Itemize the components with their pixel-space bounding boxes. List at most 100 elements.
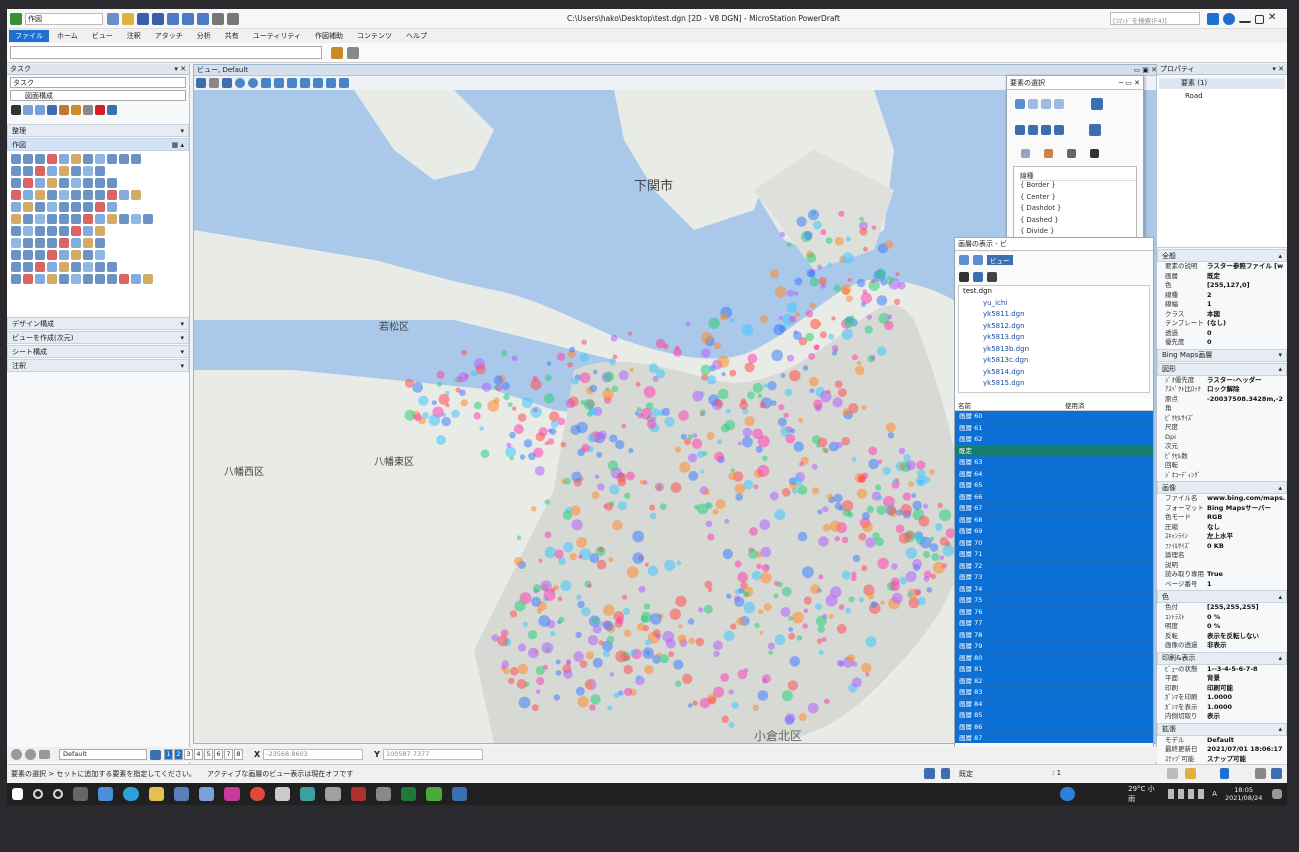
general-property-row[interactable]: 線種 2 xyxy=(1157,291,1287,301)
delete-icon[interactable] xyxy=(95,105,105,115)
drawing-tool-icon[interactable] xyxy=(47,202,57,212)
drawing-tool-icon[interactable] xyxy=(35,214,45,224)
cortana-icon[interactable] xyxy=(53,789,63,799)
geometry-property-row[interactable]: ﾋﾟｸｾﾙｻｲｽﾞ xyxy=(1157,414,1287,424)
tab-attach[interactable]: アタッチ xyxy=(149,30,189,42)
drawing-tool-icon[interactable] xyxy=(35,154,45,164)
drawing-tool-icon[interactable] xyxy=(11,154,21,164)
drawing-tool-icon[interactable] xyxy=(59,226,69,236)
level-item[interactable]: 画層 83 xyxy=(955,687,1153,699)
image-property-row[interactable]: 圧縮 なし xyxy=(1157,523,1287,533)
general-property-row[interactable]: 線幅 1 xyxy=(1157,300,1287,310)
select-block-icon[interactable] xyxy=(1028,99,1038,109)
drawing-tool-icon[interactable] xyxy=(71,154,81,164)
section-create-view[interactable]: ビューを作成(次元) ▾ xyxy=(7,331,189,344)
image-property-row[interactable]: 読み取り専用 True xyxy=(1157,570,1287,580)
geometry-property-row[interactable]: 次元 xyxy=(1157,442,1287,452)
tab-help[interactable]: ヘルプ xyxy=(400,30,433,42)
drawing-tool-icon[interactable] xyxy=(35,226,45,236)
drawing-tool-icon[interactable] xyxy=(11,190,21,200)
drawing-tool-icon[interactable] xyxy=(47,214,57,224)
drawing-tool-icon[interactable] xyxy=(71,238,81,248)
task-view-icon[interactable] xyxy=(72,787,89,801)
drawing-tool-icon[interactable] xyxy=(59,178,69,188)
window-area-icon[interactable] xyxy=(261,78,271,88)
drawing-tool-icon[interactable] xyxy=(47,262,57,272)
section-annotate[interactable]: 注釈 ▾ xyxy=(7,359,189,372)
geometry-property-row[interactable]: 原点 -20037508.3428m,-2 xyxy=(1157,395,1287,405)
help-icon[interactable] xyxy=(1223,13,1235,25)
view-button-5[interactable]: 5 xyxy=(204,749,213,760)
image-section-header[interactable]: 画像 ▴ xyxy=(1157,481,1287,494)
save-as-icon[interactable] xyxy=(152,13,164,25)
extended-property-row[interactable]: 最終更新日 2021/07/01 18:06:17 xyxy=(1157,745,1287,755)
invert-icon[interactable] xyxy=(1054,125,1064,135)
move-icon[interactable] xyxy=(47,105,57,115)
clock[interactable]: 18:05 2021/08/24 xyxy=(1225,786,1262,802)
print-property-row[interactable]: 平面 背景 xyxy=(1157,674,1287,684)
drawing-tool-icon[interactable] xyxy=(71,262,81,272)
section-sheet[interactable]: シート構成 ▾ xyxy=(7,345,189,358)
color-property-row[interactable]: ｺﾝﾄﾗｽﾄ 0 % xyxy=(1157,613,1287,623)
tab-annotate[interactable]: 注釈 xyxy=(121,30,147,42)
chrome-icon[interactable] xyxy=(249,787,265,801)
key-in-browser-icon[interactable] xyxy=(331,47,343,59)
taskbar-app-8-icon[interactable] xyxy=(350,787,366,801)
linestyle-filter-icon[interactable] xyxy=(1067,148,1076,158)
level-item[interactable]: 画層 75 xyxy=(955,595,1153,607)
lock-icon[interactable] xyxy=(941,768,950,779)
drawing-tool-icon[interactable] xyxy=(59,190,69,200)
color-property-row[interactable]: 画像の透過 非表示 xyxy=(1157,641,1287,651)
reference-file-item[interactable]: yk5814.dgn xyxy=(971,367,1149,379)
image-property-row[interactable]: 論理名 xyxy=(1157,551,1287,561)
drawing-tool-icon[interactable] xyxy=(95,178,105,188)
view-button-8[interactable]: 8 xyxy=(234,749,243,760)
view-next-icon[interactable] xyxy=(326,78,336,88)
select-all-icon[interactable] xyxy=(1091,98,1103,110)
reference-file-item[interactable]: yk5811.dgn xyxy=(971,309,1149,321)
drawing-tool-icon[interactable] xyxy=(35,238,45,248)
reference-file-item[interactable]: yk5812.dgn xyxy=(971,321,1149,333)
level-item[interactable]: 画層 65 xyxy=(955,480,1153,492)
level-item[interactable]: 画層 71 xyxy=(955,549,1153,561)
drawing-tool-icon[interactable] xyxy=(35,178,45,188)
drawing-tool-icon[interactable] xyxy=(47,190,57,200)
brush-icon[interactable] xyxy=(59,105,69,115)
view-attributes-icon[interactable] xyxy=(196,78,206,88)
drawing-tool-icon[interactable] xyxy=(11,202,21,212)
general-property-row[interactable]: 要素の説明 ラスター参照ファイル [w xyxy=(1157,262,1287,272)
reference-file-item[interactable]: yk5815.dgn xyxy=(971,378,1149,390)
element-tree-child[interactable]: Road xyxy=(1157,92,1287,103)
level-item[interactable]: 画層 68 xyxy=(955,515,1153,526)
drawing-tool-icon[interactable] xyxy=(71,226,81,236)
copy-view-icon[interactable] xyxy=(339,78,349,88)
drawing-tool-icon[interactable] xyxy=(95,226,105,236)
drawing-tool-icon[interactable] xyxy=(35,190,45,200)
level-item[interactable]: 画層 73 xyxy=(955,572,1153,584)
taskbar-app-10-icon[interactable] xyxy=(451,787,467,801)
drawing-tool-icon[interactable] xyxy=(71,202,81,212)
color-property-row[interactable]: 色付 [255,255,255] xyxy=(1157,603,1287,613)
status-tool-icon-3[interactable] xyxy=(1220,768,1229,779)
geometry-property-row[interactable]: 尺度 xyxy=(1157,423,1287,433)
drawing-tool-icon[interactable] xyxy=(131,214,141,224)
view-button-6[interactable]: 6 xyxy=(214,749,223,760)
section-draw[interactable]: 作図 ▦ ▴ xyxy=(7,138,189,151)
drawing-tool-icon[interactable] xyxy=(11,250,21,260)
action-center-icon[interactable] xyxy=(1272,789,1282,799)
drawing-tool-icon[interactable] xyxy=(95,214,105,224)
drawing-tool-icon[interactable] xyxy=(83,250,93,260)
alert-icon[interactable] xyxy=(1207,13,1219,25)
image-property-row[interactable]: ｽｷｬﾝﾗｲﾝ 左上水平 xyxy=(1157,532,1287,542)
rotate-view-icon[interactable] xyxy=(287,78,297,88)
level-item[interactable]: 画層 79 xyxy=(955,641,1153,653)
tab-drawing-aids[interactable]: 作図補助 xyxy=(309,30,349,42)
geometry-property-row[interactable]: Dpi xyxy=(1157,433,1287,443)
drawing-tool-icon[interactable] xyxy=(59,250,69,260)
pin-icon[interactable] xyxy=(197,13,209,25)
level-item[interactable]: 画層 84 xyxy=(955,699,1153,710)
level-filter-icon[interactable] xyxy=(1021,148,1030,158)
status-tool-icon-5[interactable] xyxy=(1271,768,1282,779)
column-name[interactable]: 名前 xyxy=(955,400,1065,410)
general-property-row[interactable]: 優先度 0 xyxy=(1157,338,1287,348)
